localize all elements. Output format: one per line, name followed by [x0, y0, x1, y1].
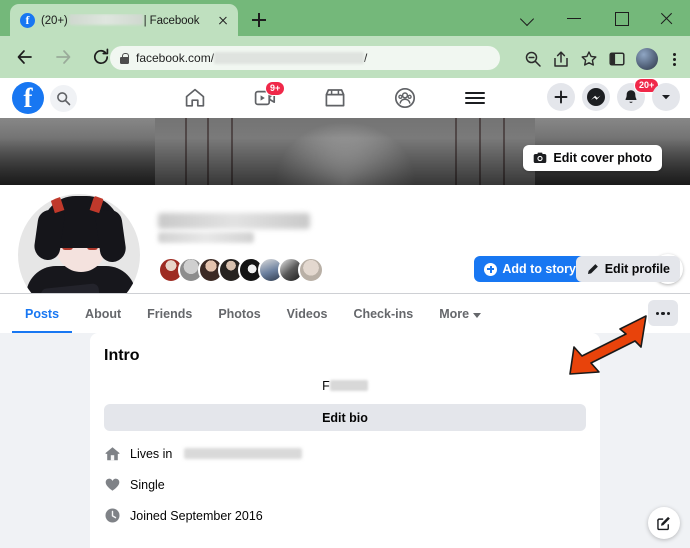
lock-icon	[120, 52, 129, 64]
tab-label: Photos	[218, 307, 261, 321]
tabs-more-button[interactable]	[648, 300, 678, 326]
facebook-header: f 9+ 20+	[0, 78, 690, 118]
tab-label: Friends	[147, 307, 193, 321]
tab-label: More	[439, 307, 470, 321]
pencil-icon	[587, 263, 598, 274]
tab-posts[interactable]: Posts	[12, 294, 73, 334]
detail-joined: Joined September 2016	[104, 507, 586, 524]
profile-subtitle-redacted	[158, 232, 254, 243]
redacted-path	[214, 52, 365, 64]
plus-circle-icon	[484, 262, 498, 276]
facebook-logo-icon[interactable]: f	[12, 82, 44, 114]
chrome-menu-icon[interactable]	[664, 46, 684, 72]
account-caret-down-icon[interactable]	[652, 83, 680, 111]
share-icon[interactable]	[548, 46, 574, 72]
redacted-bio	[329, 380, 368, 391]
edit-profile-label: Edit profile	[604, 262, 670, 276]
arrow-right-icon[interactable]	[48, 42, 78, 72]
nav-groups-icon[interactable]	[388, 82, 422, 114]
tab-label: Check-ins	[353, 307, 414, 321]
lives-in-label: Lives in	[130, 446, 173, 461]
browser-tab-strip: f (20+) | Facebook	[0, 0, 690, 36]
nav-menu-icon[interactable]	[458, 82, 492, 114]
url-text: facebook.com//	[136, 51, 368, 65]
tab-check-ins[interactable]: Check-ins	[340, 294, 426, 334]
facebook-header-actions: 20+	[547, 78, 680, 111]
notifications-bell-icon[interactable]: 20+	[617, 78, 660, 111]
clock-icon	[104, 507, 121, 524]
camera-icon	[534, 152, 547, 163]
new-tab-icon[interactable]	[248, 9, 270, 31]
compose-pencil-icon	[657, 516, 670, 531]
facebook-nav: 9+	[178, 81, 492, 114]
chevron-down-icon[interactable]	[506, 0, 552, 36]
edit-cover-photo-label: Edit cover photo	[553, 151, 652, 165]
detail-relationship: Single	[104, 476, 586, 493]
browser-tab-title: (20+) | Facebook	[41, 13, 200, 27]
add-to-story-button[interactable]: Add to story	[474, 256, 586, 282]
search-icon[interactable]	[50, 85, 77, 112]
intro-card: Intro F Edit bio Lives in Single Joined	[90, 333, 600, 548]
heart-icon	[104, 476, 121, 493]
bookmark-star-icon[interactable]	[576, 46, 602, 72]
video-badge: 9+	[265, 81, 286, 96]
redacted-location	[184, 448, 303, 459]
facebook-favicon-icon: f	[20, 12, 35, 28]
nav-home-icon[interactable]	[178, 82, 212, 114]
friend-avatars[interactable]	[158, 257, 324, 283]
tab-photos[interactable]: Photos	[205, 294, 273, 334]
close-tab-icon[interactable]	[214, 11, 232, 29]
profile-bio: F	[104, 379, 586, 393]
edit-profile-button[interactable]: Edit profile	[575, 256, 680, 282]
close-window-icon[interactable]	[644, 0, 690, 36]
arrow-left-icon[interactable]	[10, 42, 40, 72]
nav-marketplace-icon[interactable]	[318, 82, 352, 114]
chevron-down-icon	[473, 312, 482, 318]
tab-videos[interactable]: Videos	[274, 294, 341, 334]
tab-about[interactable]: About	[72, 294, 134, 334]
home-icon	[104, 445, 121, 462]
joined-label: Joined September 2016	[130, 508, 263, 523]
intro-title: Intro	[104, 347, 140, 364]
tab-label: Posts	[25, 307, 60, 321]
edit-bio-button[interactable]: Edit bio	[104, 404, 586, 431]
redacted-name	[68, 13, 143, 25]
zoom-out-icon[interactable]	[520, 46, 546, 72]
window-controls	[506, 0, 690, 36]
browser-window: f (20+) | Facebook facebook.com// f 9+ 2…	[0, 0, 690, 548]
tab-more[interactable]: More	[426, 294, 494, 334]
toolbar-actions	[520, 46, 684, 72]
tab-label: Videos	[286, 307, 328, 321]
profile-body: Intro F Edit bio Lives in Single Joined	[0, 333, 690, 548]
messenger-icon[interactable]	[582, 83, 610, 111]
maximize-icon[interactable]	[598, 0, 644, 36]
side-panel-icon[interactable]	[604, 46, 630, 72]
add-to-story-label: Add to story	[502, 262, 576, 276]
friend-avatar[interactable]	[298, 257, 324, 283]
compose-fab-button[interactable]	[648, 507, 680, 539]
profile-name-redacted	[158, 213, 310, 229]
nav-video-icon[interactable]: 9+	[248, 81, 286, 114]
edit-cover-photo-button[interactable]: Edit cover photo	[523, 145, 662, 171]
create-plus-icon[interactable]	[547, 83, 575, 111]
address-bar[interactable]: facebook.com//	[110, 46, 500, 70]
edit-bio-label: Edit bio	[322, 410, 368, 425]
detail-lives-in: Lives in	[104, 445, 586, 462]
tab-label: About	[85, 307, 122, 321]
browser-tab[interactable]: f (20+) | Facebook	[10, 4, 238, 36]
chrome-profile-avatar[interactable]	[636, 48, 658, 70]
cover-photo[interactable]: Edit cover photo	[0, 118, 690, 185]
profile-header: Add to story Edit profile	[0, 185, 690, 320]
profile-tabs: Posts About Friends Photos Videos Check-…	[12, 294, 494, 334]
relationship-label: Single	[130, 477, 165, 492]
minimize-icon[interactable]	[552, 0, 598, 36]
profile-tabs-bar: Posts About Friends Photos Videos Check-…	[0, 293, 690, 334]
tab-friends[interactable]: Friends	[134, 294, 205, 334]
